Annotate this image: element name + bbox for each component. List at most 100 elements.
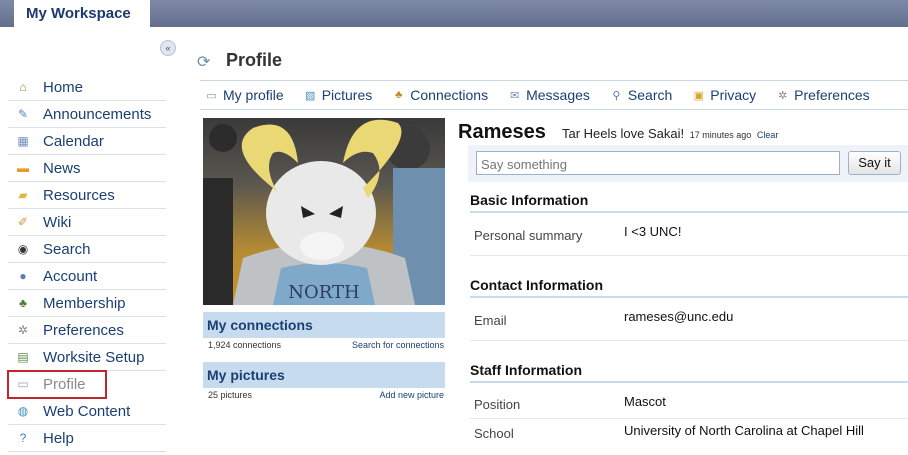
sidebar-item-label: Home bbox=[43, 78, 84, 96]
page-title: Profile bbox=[226, 50, 283, 70]
sidebar-item-announcements[interactable]: ✎ Announcements bbox=[8, 101, 166, 128]
search-connections-link[interactable]: Search for connections bbox=[352, 340, 444, 350]
personal-summary-label: Personal summary bbox=[474, 228, 583, 243]
collapse-sidebar-button[interactable]: « bbox=[160, 40, 176, 56]
email-label: Email bbox=[474, 313, 507, 328]
lock-icon: ▣ bbox=[693, 89, 704, 102]
toolbar-item-label: My profile bbox=[223, 87, 284, 103]
personal-summary-value: I <3 UNC! bbox=[624, 224, 682, 239]
toolbar-item-label: Search bbox=[627, 87, 673, 103]
connections-summary: 1,924 connections Search for connections bbox=[208, 340, 444, 350]
toolbar-privacy[interactable]: ▣ Privacy bbox=[690, 87, 757, 103]
email-value: rameses@unc.edu bbox=[624, 309, 734, 324]
position-value: Mascot bbox=[624, 394, 666, 409]
toolbar-item-label: Privacy bbox=[710, 87, 757, 103]
refresh-icon[interactable]: ⟳ bbox=[197, 52, 210, 72]
account-icon: ● bbox=[19, 269, 27, 283]
sidebar-item-label: Help bbox=[43, 429, 74, 447]
tool-menu: ⌂ Home ✎ Announcements ▦ Calendar ▬ News ▰ Resour… bbox=[7, 74, 166, 452]
toolbar-messages[interactable]: ✉ Messages bbox=[506, 87, 590, 103]
search-icon: ⚲ bbox=[612, 89, 621, 102]
toolbar-search[interactable]: ⚲ Search bbox=[608, 87, 672, 103]
mascot-snout bbox=[300, 232, 344, 260]
globe-icon: ◍ bbox=[17, 404, 29, 418]
worksite-setup-icon: ▤ bbox=[17, 350, 29, 364]
sidebar-item-label: Worksite Setup bbox=[43, 348, 145, 366]
sidebar-item-label: Membership bbox=[43, 294, 126, 312]
sidebar-item-label: Resources bbox=[43, 186, 115, 204]
sidebar-item-label: Calendar bbox=[43, 132, 104, 150]
sidebar-item-help[interactable]: ? Help bbox=[8, 425, 166, 452]
messages-icon: ✉ bbox=[509, 89, 520, 102]
my-pictures-heading[interactable]: My pictures bbox=[203, 362, 445, 388]
sidebar-item-resources[interactable]: ▰ Resources bbox=[8, 182, 166, 209]
home-icon: ⌂ bbox=[19, 80, 27, 94]
sidebar-item-search[interactable]: ◉ Search bbox=[8, 236, 166, 263]
add-picture-link[interactable]: Add new picture bbox=[379, 390, 444, 400]
announcements-icon: ✎ bbox=[17, 107, 29, 121]
school-label: School bbox=[474, 426, 514, 441]
sidebar-item-wiki[interactable]: ✐ Wiki bbox=[8, 209, 166, 236]
sidebar-item-web-content[interactable]: ◍ Web Content bbox=[8, 398, 166, 425]
my-workspace-tab[interactable]: My Workspace bbox=[14, 0, 150, 29]
toolbar-connections[interactable]: ♣ Connections bbox=[390, 87, 488, 103]
sidebar-item-profile[interactable]: ▭ Profile bbox=[7, 370, 107, 399]
basic-information-heading: Basic Information bbox=[470, 192, 908, 213]
sidebar-item-label: Preferences bbox=[43, 321, 124, 339]
school-value: University of North Carolina at Chapel H… bbox=[624, 423, 864, 438]
toolbar-item-label: Preferences bbox=[794, 87, 870, 103]
calendar-icon: ▦ bbox=[17, 134, 29, 148]
crowd-figure bbox=[209, 124, 237, 152]
sidebar-item-membership[interactable]: ♣ Membership bbox=[8, 290, 166, 317]
help-icon: ? bbox=[19, 431, 27, 445]
status-message: Tar Heels love Sakai! 17 minutes ago Cle… bbox=[562, 126, 778, 141]
say-it-button[interactable]: Say it bbox=[848, 151, 901, 175]
sidebar-item-label: Web Content bbox=[43, 402, 131, 420]
preferences-icon: ✲ bbox=[778, 89, 788, 102]
profile-photo: NORTH bbox=[203, 118, 445, 305]
membership-icon: ♣ bbox=[19, 296, 27, 310]
crowd-figure bbox=[203, 178, 233, 305]
sidebar-item-label: Announcements bbox=[43, 105, 152, 123]
toolbar-item-label: Connections bbox=[410, 87, 489, 103]
pictures-icon: ▧ bbox=[304, 89, 316, 102]
toolbar-item-label: Pictures bbox=[321, 87, 373, 103]
connections-icon: ♣ bbox=[395, 89, 403, 101]
status-timestamp: 17 minutes ago bbox=[689, 130, 752, 140]
status-input[interactable] bbox=[476, 151, 840, 175]
toolbar-pictures[interactable]: ▧ Pictures bbox=[302, 87, 373, 103]
my-connections-heading[interactable]: My connections bbox=[203, 312, 445, 338]
toolbar-item-label: Messages bbox=[526, 87, 590, 103]
profile-icon: ▭ bbox=[17, 377, 29, 391]
contact-information-heading: Contact Information bbox=[470, 277, 908, 298]
sidebar-item-preferences[interactable]: ✲ Preferences bbox=[8, 317, 166, 344]
sidebar-item-label: Wiki bbox=[43, 213, 72, 231]
sidebar-item-news[interactable]: ▬ News bbox=[8, 155, 166, 182]
sidebar-item-home[interactable]: ⌂ Home bbox=[8, 74, 166, 101]
status-text: Tar Heels love Sakai! bbox=[562, 126, 685, 141]
position-label: Position bbox=[474, 397, 521, 412]
my-profile-icon: ▭ bbox=[206, 89, 217, 102]
sidebar-item-label: Search bbox=[43, 240, 91, 258]
sidebar-item-label: Profile bbox=[43, 375, 86, 393]
sidebar-item-calendar[interactable]: ▦ Calendar bbox=[8, 128, 166, 155]
pictures-count: 25 pictures bbox=[208, 390, 253, 400]
preferences-icon: ✲ bbox=[17, 323, 29, 337]
sidebar-item-account[interactable]: ● Account bbox=[8, 263, 166, 290]
binoculars-icon: ◉ bbox=[17, 242, 29, 256]
news-icon: ▬ bbox=[17, 161, 29, 175]
sidebar-item-label: News bbox=[43, 159, 81, 177]
wiki-icon: ✐ bbox=[17, 215, 29, 229]
clear-status-link[interactable]: Clear bbox=[757, 130, 779, 140]
connections-count: 1,924 connections bbox=[208, 340, 282, 350]
pictures-summary: 25 pictures Add new picture bbox=[208, 390, 444, 400]
sidebar-item-worksite-setup[interactable]: ▤ Worksite Setup bbox=[8, 344, 166, 371]
toolbar-my-profile[interactable]: ▭ My profile bbox=[203, 87, 284, 103]
jersey-text: NORTH bbox=[288, 282, 359, 303]
row-divider bbox=[470, 255, 908, 256]
folder-icon: ▰ bbox=[18, 188, 28, 202]
row-divider bbox=[470, 340, 908, 341]
sidebar-item-label: Account bbox=[43, 267, 98, 285]
profile-name: Rameses bbox=[458, 121, 546, 143]
toolbar-preferences[interactable]: ✲ Preferences bbox=[774, 87, 870, 103]
